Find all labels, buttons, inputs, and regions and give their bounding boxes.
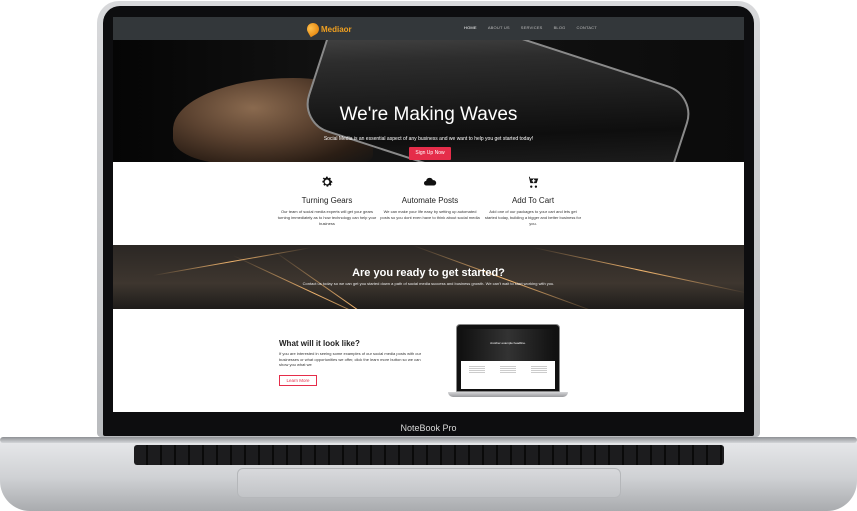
site-navbar: Mediaor HOME ABOUT US SERVICES BLOG CONT… [113,17,744,40]
cloud-icon [423,177,437,186]
feature-title: Automate Posts [401,196,459,205]
feature-add-to-cart: Add To Cart Add one of our packages to y… [483,175,583,227]
feature-turning-gears: Turning Gears Our team of social media e… [277,175,377,227]
learn-more-button[interactable]: Learn More [279,375,317,386]
gear-icon [322,176,333,187]
hero-banner: We're Making Waves Social Media is an es… [113,40,744,162]
feature-title: Turning Gears [301,196,353,205]
preview-text: If you are interested in seeing some exa… [279,351,422,367]
cta-text: Contact us today so we can get you start… [302,281,555,286]
nav-contact[interactable]: CONTACT [576,25,596,30]
main-nav: HOME ABOUT US SERVICES BLOG CONTACT [464,25,597,30]
device-label: NoteBook Pro [400,423,457,433]
laptop-mockup: Mediaor HOME ABOUT US SERVICES BLOG CONT… [0,0,857,511]
mini-laptop-screen: Another example headline. [461,329,555,389]
light-streak [272,250,438,309]
preview-section: What will it look like? If you are inter… [113,309,744,412]
nav-about[interactable]: ABOUT US [488,25,510,30]
nav-home[interactable]: HOME [464,25,477,30]
cta-title: Are you ready to get started? [352,267,505,279]
feature-automate-posts: Automate Posts We can make your life eas… [380,175,480,221]
sign-up-button[interactable]: Sign Up Now [409,147,451,160]
mini-laptop-base [448,392,568,397]
mini-hero-headline: Another example headline. [461,329,555,361]
brand-logo[interactable]: Mediaor [304,20,352,38]
feature-text: Our team of social media experts will ge… [277,209,377,226]
preview-title: What will it look like? [279,339,360,348]
mini-feature-row [461,361,555,373]
feature-title: Add To Cart [511,196,555,205]
hero-title: We're Making Waves [339,104,518,125]
mini-feature [468,365,485,373]
keyboard [134,445,724,465]
mini-feature [499,365,516,373]
cart-add-icon [527,176,539,188]
feature-text: Add one of our packages to your cart and… [484,209,582,226]
nav-blog[interactable]: BLOG [554,25,566,30]
laptop-hinge [0,437,857,443]
website-screen: Mediaor HOME ABOUT US SERVICES BLOG CONT… [113,17,744,412]
features-section: Turning Gears Our team of social media e… [113,162,744,245]
flame-logo-icon [304,20,322,38]
hero-subtitle: Social Media is an essential aspect of a… [323,136,534,142]
cta-section: Are you ready to get started? Contact us… [113,245,744,309]
mini-feature [531,365,548,373]
nav-services[interactable]: SERVICES [521,25,543,30]
brand-name: Mediaor [321,24,352,34]
feature-text: We can make your life easy by setting up… [380,209,480,220]
trackpad [237,468,621,498]
